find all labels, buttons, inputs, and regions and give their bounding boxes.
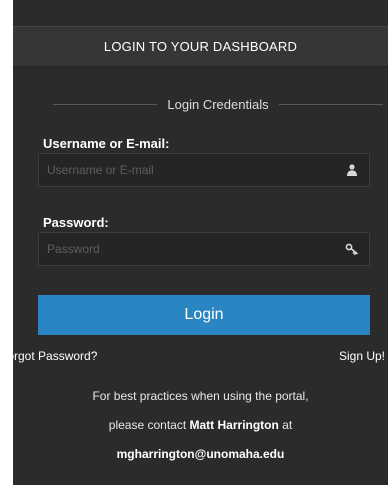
contact-email: mgharrington@unomaha.edu (116, 447, 285, 461)
info-line-1: For best practices when using the portal… (92, 389, 309, 403)
sign-up-link[interactable]: Sign Up! (339, 349, 385, 363)
contact-name: Matt Harrington (189, 418, 279, 432)
password-input[interactable] (39, 233, 339, 265)
forgot-password-link[interactable]: Forgot Password? (0, 349, 97, 363)
login-panel: LOGIN TO YOUR DASHBOARD Login Credential… (0, 0, 388, 485)
password-label: Password: (43, 215, 109, 230)
password-field-wrapper (38, 232, 370, 266)
info-prefix: please contact (108, 418, 190, 432)
legend-text: Login Credentials (167, 96, 269, 112)
user-icon (347, 164, 357, 176)
panel-header: LOGIN TO YOUR DASHBOARD (13, 26, 388, 67)
username-field-wrapper (38, 153, 370, 187)
key-icon (345, 243, 358, 255)
login-button[interactable]: Login (38, 295, 370, 335)
username-label: Username or E-mail: (43, 136, 170, 151)
legend-divider-right (278, 103, 383, 105)
username-input[interactable] (39, 154, 339, 186)
info-suffix: at (278, 418, 293, 432)
legend-divider-left (53, 103, 158, 105)
header-title: LOGIN TO YOUR DASHBOARD (103, 39, 298, 54)
info-line-2: please contact Matt Harrington at (38, 418, 363, 432)
credentials-legend: Login Credentials (53, 94, 383, 114)
